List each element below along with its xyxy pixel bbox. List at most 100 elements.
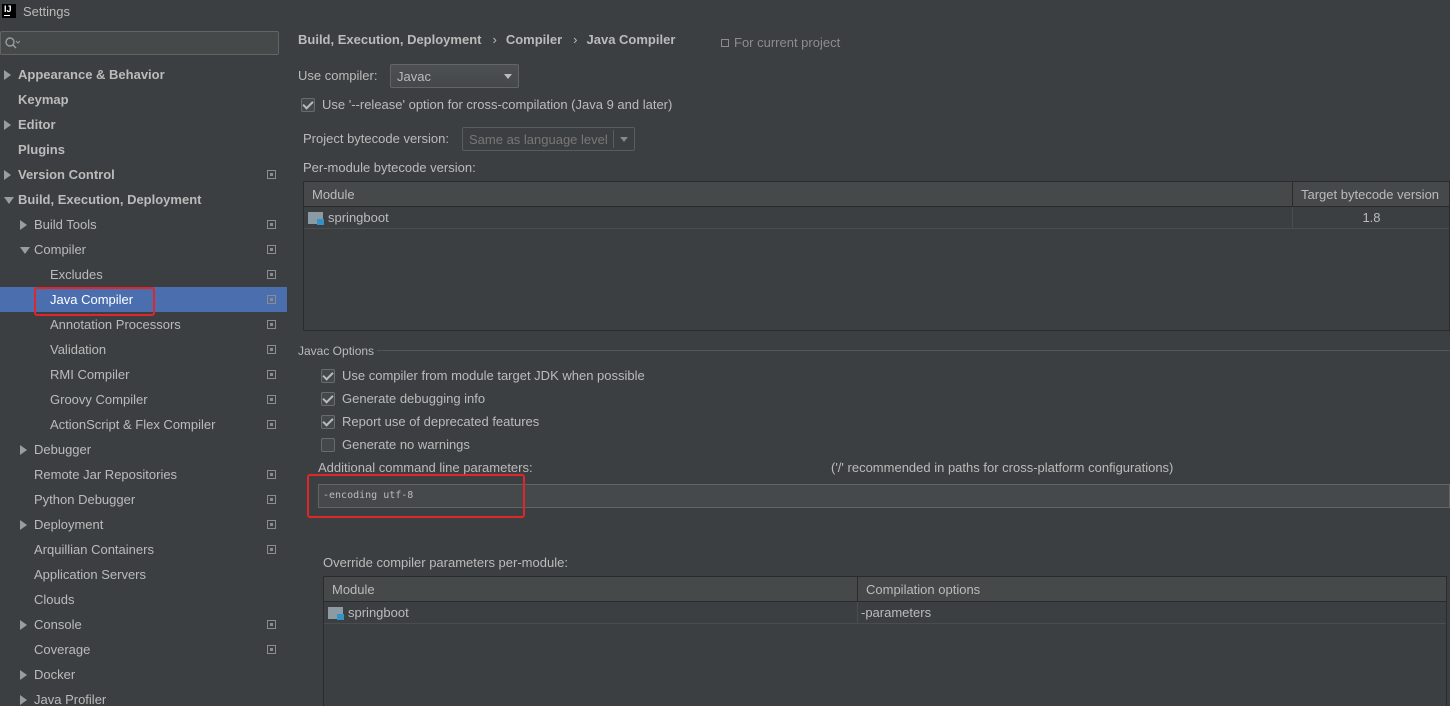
for-current-project-label: For current project	[734, 35, 841, 50]
sidebar-item-build-tools[interactable]: Build Tools	[0, 212, 287, 237]
breadcrumb-item-build[interactable]: Build, Execution, Deployment	[298, 32, 481, 47]
collapsed-arrow-icon[interactable]	[20, 220, 27, 230]
project-scope-icon	[267, 495, 276, 504]
sidebar-item-label: Arquillian Containers	[34, 542, 154, 557]
column-header-module[interactable]: Module	[304, 182, 1293, 207]
sidebar-item-console[interactable]: Console	[0, 612, 287, 637]
sidebar-item-python-debugger[interactable]: Python Debugger	[0, 487, 287, 512]
additional-params-label: Additional command line parameters:	[318, 460, 533, 475]
sidebar-item-application-servers[interactable]: Application Servers	[0, 562, 287, 587]
checkbox-icon[interactable]	[321, 415, 335, 429]
sidebar-item-label: ActionScript & Flex Compiler	[50, 417, 216, 432]
checkbox-icon[interactable]	[321, 392, 335, 406]
sidebar-item-label: Editor	[18, 117, 56, 132]
report-deprecated-checkbox[interactable]: Report use of deprecated features	[321, 413, 539, 431]
sidebar-item-actionscript-flex-compiler[interactable]: ActionScript & Flex Compiler	[0, 412, 287, 437]
sidebar-item-label: Build, Execution, Deployment	[18, 192, 202, 207]
release-option-label: Use '--release' option for cross-compila…	[322, 97, 673, 112]
sidebar-item-label: Python Debugger	[34, 492, 136, 507]
generate-no-warnings-label: Generate no warnings	[342, 437, 470, 452]
project-scope-icon	[267, 470, 276, 479]
sidebar-item-validation[interactable]: Validation	[0, 337, 287, 362]
collapsed-arrow-icon[interactable]	[20, 520, 27, 530]
table-header: Module Compilation options	[324, 577, 1446, 602]
target-version-cell[interactable]: 1.8	[1293, 207, 1449, 229]
sidebar-item-deployment[interactable]: Deployment	[0, 512, 287, 537]
sidebar-item-label: Deployment	[34, 517, 104, 532]
generate-no-warnings-checkbox[interactable]: Generate no warnings	[321, 436, 470, 454]
sidebar-item-rmi-compiler[interactable]: RMI Compiler	[0, 362, 287, 387]
sidebar-item-groovy-compiler[interactable]: Groovy Compiler	[0, 387, 287, 412]
column-header-compilation-options[interactable]: Compilation options	[858, 577, 1446, 602]
checkbox-icon[interactable]	[321, 369, 335, 383]
sidebar-item-excludes[interactable]: Excludes	[0, 262, 287, 287]
column-header-module[interactable]: Module	[324, 577, 858, 602]
sidebar-item-version-control[interactable]: Version Control	[0, 162, 287, 187]
sidebar-item-label: Excludes	[50, 267, 103, 282]
collapsed-arrow-icon[interactable]	[20, 670, 27, 680]
override-params-label: Override compiler parameters per-module:	[323, 555, 568, 570]
for-current-project-note: For current project	[721, 35, 840, 50]
collapsed-arrow-icon[interactable]	[20, 620, 27, 630]
table-row[interactable]: springboot 1.8	[304, 207, 1449, 229]
settings-search-box[interactable]	[0, 31, 279, 55]
sidebar-item-label: Remote Jar Repositories	[34, 467, 178, 482]
expanded-arrow-icon[interactable]	[20, 247, 30, 254]
checkbox-icon[interactable]	[321, 438, 335, 452]
sidebar-item-appearance-behavior[interactable]: Appearance & Behavior	[0, 62, 287, 87]
settings-tree: Appearance & Behavior Keymap Editor Plugins…	[0, 62, 287, 706]
search-input[interactable]	[23, 34, 273, 52]
sidebar-item-build-execution-deployment[interactable]: Build, Execution, Deployment	[0, 187, 287, 212]
sidebar-item-coverage[interactable]: Coverage	[0, 637, 287, 662]
compilation-options-cell[interactable]: -parameters	[861, 602, 1446, 624]
bytecode-version-label: Project bytecode version:	[303, 131, 449, 146]
collapsed-arrow-icon[interactable]	[4, 120, 11, 130]
sidebar-item-label: Docker	[34, 667, 76, 682]
sidebar-item-label: Coverage	[34, 642, 91, 657]
sidebar-item-plugins[interactable]: Plugins	[0, 137, 287, 162]
column-header-target-bytecode[interactable]: Target bytecode version	[1293, 182, 1449, 207]
project-scope-icon	[267, 345, 276, 354]
intellij-app-icon: IJ	[2, 4, 16, 18]
collapsed-arrow-icon[interactable]	[4, 70, 11, 80]
generate-debug-info-label: Generate debugging info	[342, 391, 486, 406]
sidebar-item-label: Clouds	[34, 592, 75, 607]
sidebar-item-clouds[interactable]: Clouds	[0, 587, 287, 612]
project-scope-icon	[721, 39, 729, 47]
sidebar-item-label: Appearance & Behavior	[18, 67, 165, 82]
release-option-checkbox[interactable]: Use '--release' option for cross-compila…	[301, 96, 672, 114]
breadcrumb-separator: ›	[492, 32, 497, 47]
sidebar-item-docker[interactable]: Docker	[0, 662, 287, 687]
bytecode-version-dropdown[interactable]: Same as language level	[462, 127, 635, 151]
breadcrumb-item-compiler[interactable]: Compiler	[506, 32, 562, 47]
sidebar-item-label: Version Control	[18, 167, 115, 182]
generate-debug-info-checkbox[interactable]: Generate debugging info	[321, 390, 485, 408]
sidebar-item-java-profiler[interactable]: Java Profiler	[0, 687, 287, 706]
module-folder-icon	[308, 212, 324, 225]
window-title: Settings	[23, 3, 70, 19]
sidebar-item-label: RMI Compiler	[50, 367, 130, 382]
table-row[interactable]: springboot -parameters	[324, 602, 1446, 624]
sidebar-item-debugger[interactable]: Debugger	[0, 437, 287, 462]
sidebar-item-label: Build Tools	[34, 217, 97, 232]
project-scope-icon	[267, 220, 276, 229]
group-divider	[377, 350, 1450, 351]
sidebar-item-editor[interactable]: Editor	[0, 112, 287, 137]
override-params-table: Module Compilation options springboot -p…	[323, 576, 1447, 706]
project-scope-icon	[267, 270, 276, 279]
sidebar-item-keymap[interactable]: Keymap	[0, 87, 287, 112]
sidebar-item-label: Application Servers	[34, 567, 146, 582]
sidebar-item-arquillian-containers[interactable]: Arquillian Containers	[0, 537, 287, 562]
per-module-bytecode-label: Per-module bytecode version:	[303, 160, 476, 175]
project-scope-icon	[267, 170, 276, 179]
collapsed-arrow-icon[interactable]	[20, 695, 27, 705]
project-scope-icon	[267, 370, 276, 379]
collapsed-arrow-icon[interactable]	[4, 170, 11, 180]
expanded-arrow-icon[interactable]	[4, 197, 14, 204]
sidebar-item-compiler[interactable]: Compiler	[0, 237, 287, 262]
checkbox-icon[interactable]	[301, 98, 315, 112]
sidebar-item-remote-jar-repositories[interactable]: Remote Jar Repositories	[0, 462, 287, 487]
collapsed-arrow-icon[interactable]	[20, 445, 27, 455]
use-compiler-dropdown[interactable]: Javac	[390, 64, 519, 88]
use-module-jdk-checkbox[interactable]: Use compiler from module target JDK when…	[321, 367, 645, 385]
